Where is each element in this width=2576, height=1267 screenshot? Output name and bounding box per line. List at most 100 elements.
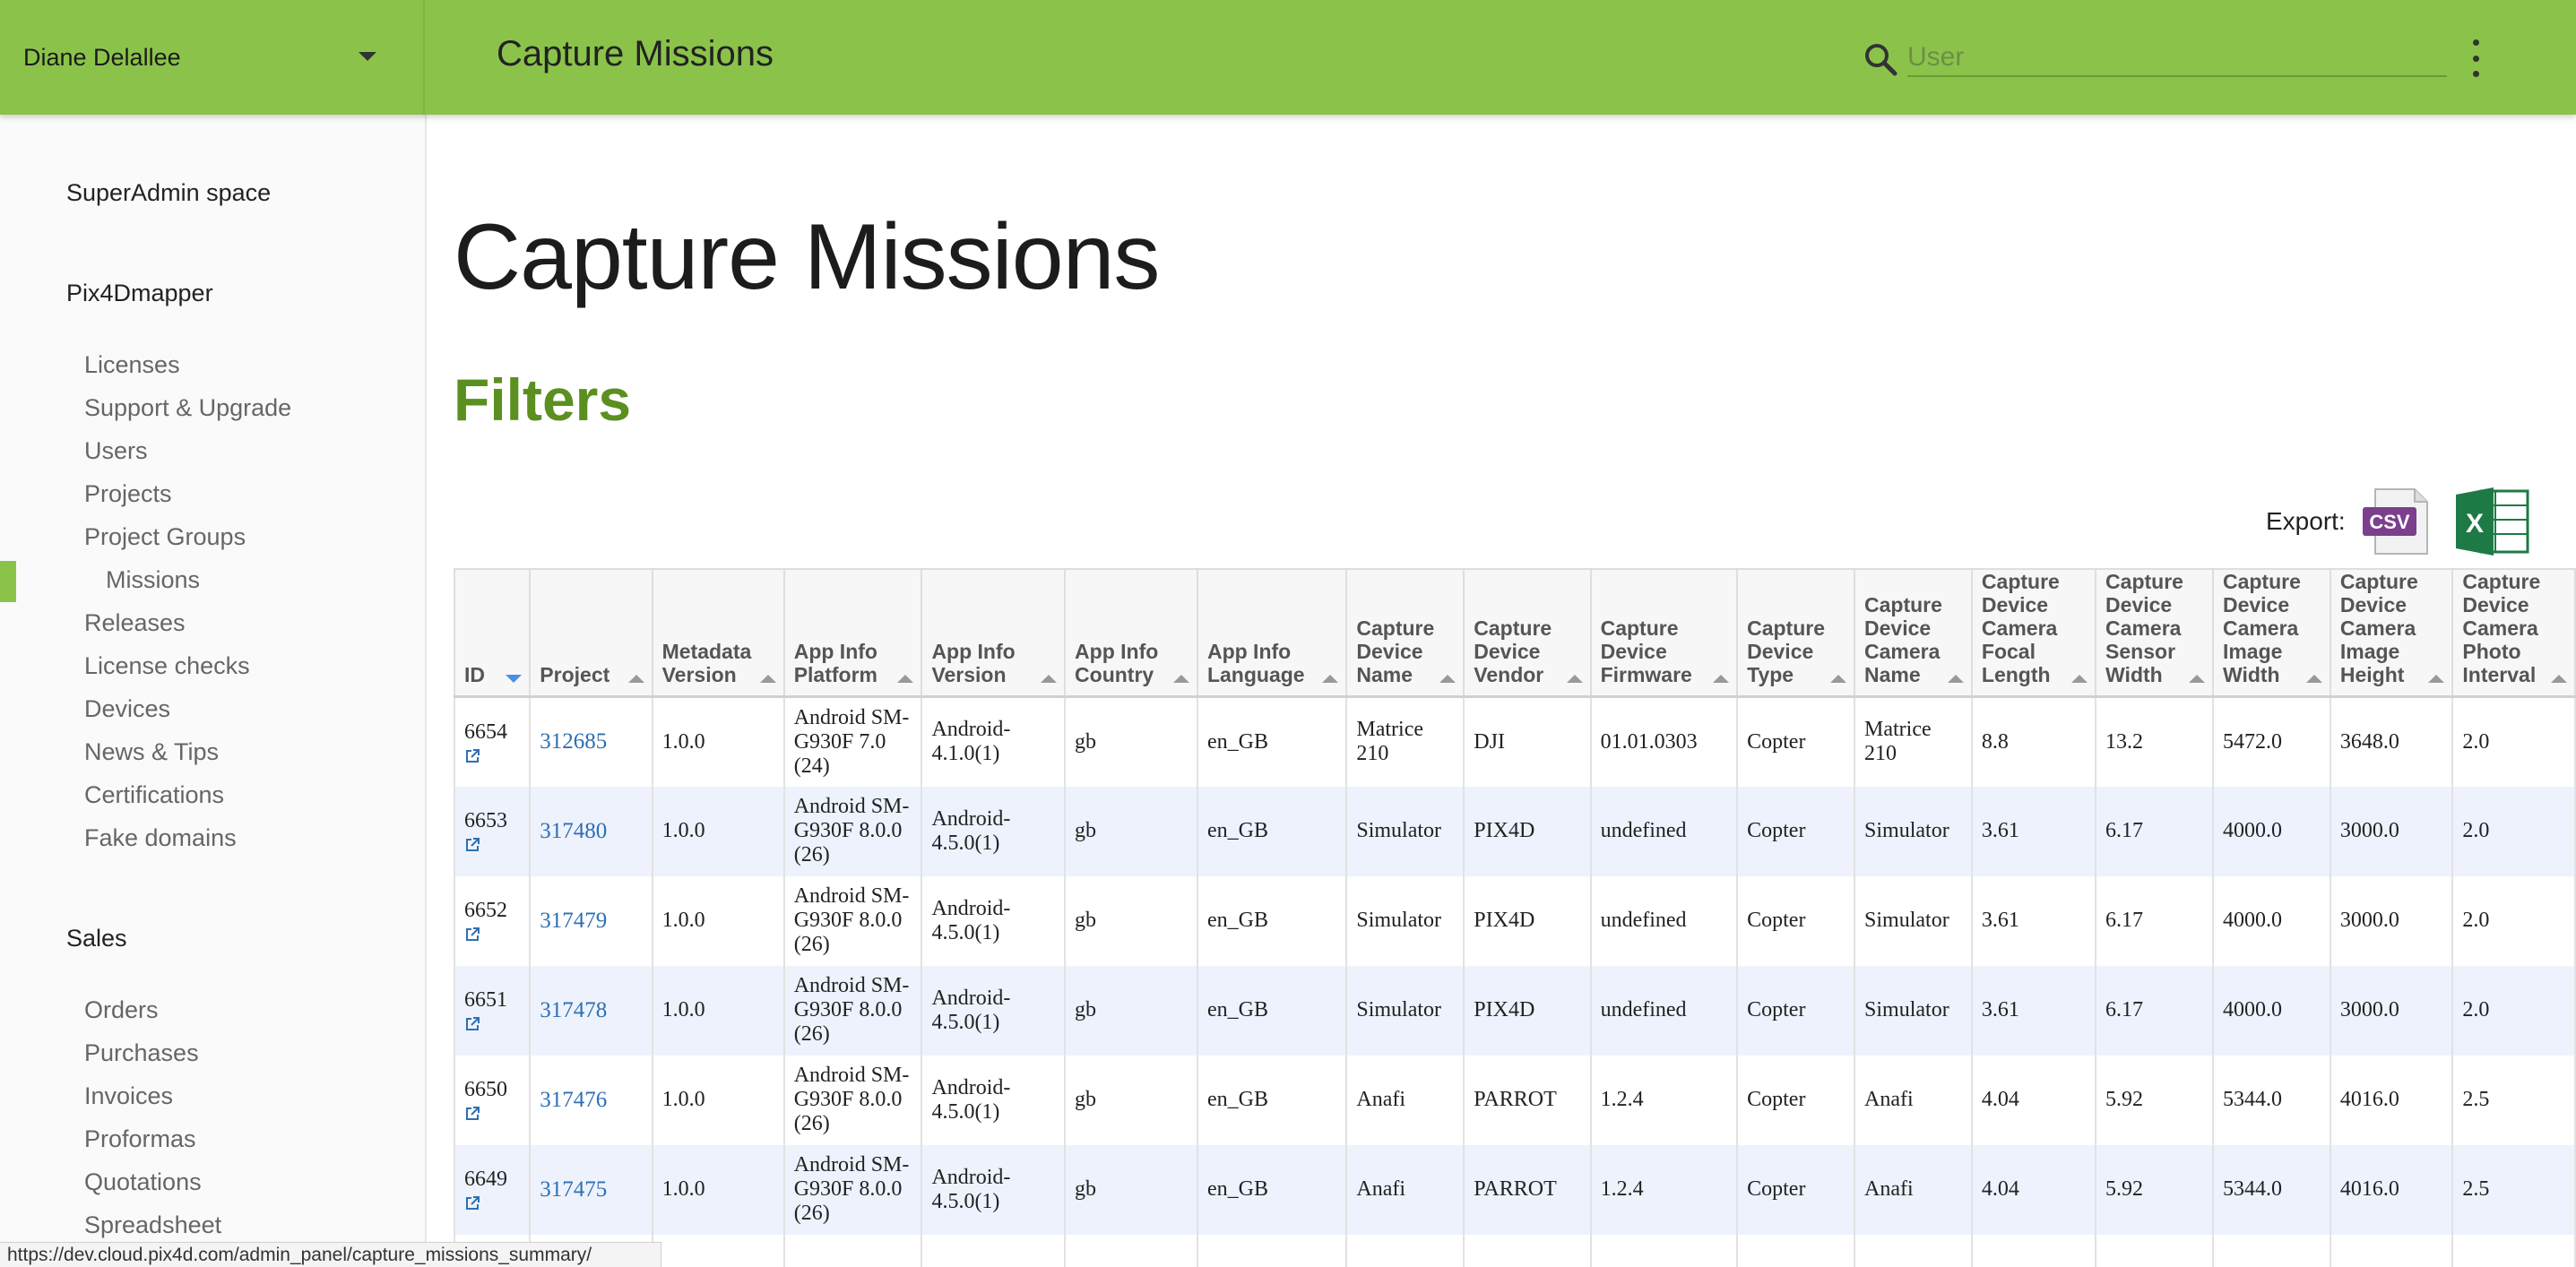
table-row[interactable]: 6650 317476 1.0.0 Android SM-G930F 8.0.0 (2… bbox=[453, 1055, 2576, 1145]
sidebar-section-superadmin[interactable]: SuperAdmin space bbox=[66, 179, 271, 207]
cell-platform: Android SM-G930F 7.0 (24) bbox=[782, 696, 923, 787]
excel-file-icon[interactable]: X bbox=[2454, 486, 2529, 557]
sort-icon[interactable] bbox=[1322, 675, 1339, 683]
table-row[interactable]: 6649 317475 1.0.0 Android SM-G930F 8.0.0 (2… bbox=[453, 1144, 2576, 1235]
search-icon[interactable] bbox=[1863, 41, 1898, 77]
sidebar-item-devices[interactable]: Devices bbox=[84, 695, 170, 723]
table-row[interactable]: 6654 312685 1.0.0 Android SM-G930F 7.0 (24)… bbox=[453, 696, 2576, 787]
project-link[interactable]: 317475 bbox=[540, 1177, 607, 1202]
app-bar-title: Capture Missions bbox=[497, 34, 774, 73]
cell-photo-interval: 2.0 bbox=[2451, 696, 2576, 787]
sort-icon[interactable] bbox=[1830, 675, 1847, 683]
column-header-project[interactable]: Project bbox=[529, 568, 653, 698]
column-header-device-vendor[interactable]: Capture Device Vendor bbox=[1463, 568, 1592, 698]
sort-icon[interactable] bbox=[627, 675, 644, 683]
sort-icon[interactable] bbox=[759, 675, 776, 683]
external-link-icon[interactable] bbox=[464, 1106, 480, 1122]
column-header-image-height[interactable]: Capture Device Camera Image Height bbox=[2329, 568, 2454, 698]
sort-icon[interactable] bbox=[1947, 675, 1964, 683]
project-link[interactable]: 317479 bbox=[540, 909, 607, 933]
project-link[interactable]: 312685 bbox=[540, 729, 607, 754]
sidebar-item-licenses[interactable]: Licenses bbox=[84, 351, 180, 379]
table-row[interactable]: 6651 317478 1.0.0 Android SM-G930F 8.0.0 (2… bbox=[453, 965, 2576, 1056]
column-header-app-info-platform[interactable]: App Info Platform bbox=[782, 568, 923, 698]
table-row[interactable]: 6652 317479 1.0.0 Android SM-G930F 8.0.0 (2… bbox=[453, 875, 2576, 966]
sidebar-item-orders[interactable]: Orders bbox=[84, 996, 159, 1024]
external-link-icon[interactable] bbox=[464, 748, 480, 764]
cell-language: en_GB bbox=[1196, 786, 1348, 876]
sort-icon[interactable] bbox=[1172, 675, 1189, 683]
project-link[interactable]: 317476 bbox=[540, 1088, 607, 1112]
cell-project: 317475 bbox=[529, 1144, 653, 1235]
column-header-image-width[interactable]: Capture Device Camera Image Width bbox=[2211, 568, 2331, 698]
external-link-icon[interactable] bbox=[464, 1016, 480, 1032]
sidebar-item-spreadsheet[interactable]: Spreadsheet bbox=[84, 1211, 221, 1239]
cell-id: 6654 bbox=[453, 696, 532, 787]
page-title: Capture Missions bbox=[454, 205, 1160, 309]
sidebar-item-releases[interactable]: Releases bbox=[84, 609, 186, 637]
column-header-app-info-language[interactable]: App Info Language bbox=[1196, 568, 1348, 698]
cell-app-version: Android-4.5.0(1) bbox=[921, 875, 1067, 966]
cell-metadata-version bbox=[651, 1234, 785, 1267]
chevron-down-icon[interactable] bbox=[359, 52, 376, 61]
column-header-app-info-country[interactable]: App Info Country bbox=[1064, 568, 1198, 698]
external-link-icon[interactable] bbox=[464, 1195, 480, 1211]
sort-icon[interactable] bbox=[1713, 675, 1730, 683]
sidebar-item-users[interactable]: Users bbox=[84, 437, 148, 465]
sidebar-item-license-checks[interactable]: License checks bbox=[84, 652, 250, 680]
sidebar-item-missions[interactable]: Missions bbox=[106, 566, 200, 594]
filters-heading[interactable]: Filters bbox=[454, 366, 631, 434]
sort-icon[interactable] bbox=[2071, 675, 2088, 683]
sidebar-section-pix4dmapper[interactable]: Pix4Dmapper bbox=[66, 280, 213, 307]
column-header-id[interactable]: ID bbox=[453, 568, 532, 698]
column-header-sensor-width[interactable]: Capture Device Camera Sensor Width bbox=[2095, 568, 2214, 698]
sidebar-section-sales[interactable]: Sales bbox=[66, 925, 127, 952]
project-link[interactable]: 317478 bbox=[540, 998, 607, 1022]
sidebar-item-support-upgrade[interactable]: Support & Upgrade bbox=[84, 394, 291, 422]
sidebar-item-proformas[interactable]: Proformas bbox=[84, 1125, 196, 1153]
user-name: Diane Delallee bbox=[23, 43, 181, 71]
sort-icon[interactable] bbox=[2551, 675, 2567, 683]
sidebar-item-purchases[interactable]: Purchases bbox=[84, 1039, 199, 1067]
sidebar-item-fake-domains[interactable]: Fake domains bbox=[84, 824, 237, 852]
cell-device-name: Simulator bbox=[1345, 786, 1465, 876]
cell-sensor-width: 5.92 bbox=[2095, 1144, 2214, 1235]
cell-project: 317476 bbox=[529, 1055, 653, 1145]
sidebar-item-quotations[interactable]: Quotations bbox=[84, 1168, 202, 1196]
cell-app-version: Android-4.5.0(1) bbox=[921, 1144, 1067, 1235]
project-link[interactable]: 317480 bbox=[540, 819, 607, 843]
sort-desc-icon[interactable] bbox=[506, 675, 523, 683]
cell-device-name: Simulator bbox=[1345, 875, 1465, 966]
sidebar-item-projects[interactable]: Projects bbox=[84, 480, 172, 508]
csv-file-icon[interactable]: CSV bbox=[2361, 487, 2434, 556]
column-header-focal-length[interactable]: Capture Device Camera Focal Length bbox=[1970, 568, 2097, 698]
column-header-metadata-version[interactable]: Metadata Version bbox=[651, 568, 785, 698]
sidebar-item-certifications[interactable]: Certifications bbox=[84, 781, 224, 809]
sort-icon[interactable] bbox=[1566, 675, 1583, 683]
user-search-input[interactable] bbox=[1907, 39, 2447, 77]
column-header-app-info-version[interactable]: App Info Version bbox=[921, 568, 1067, 698]
sort-icon[interactable] bbox=[1041, 675, 1058, 683]
column-header-device-firmware[interactable]: Capture Device Firmware bbox=[1589, 568, 1739, 698]
sort-icon[interactable] bbox=[2188, 675, 2205, 683]
sidebar-item-news-tips[interactable]: News & Tips bbox=[84, 738, 219, 766]
more-vert-icon[interactable] bbox=[2467, 39, 2485, 77]
external-link-icon[interactable] bbox=[464, 927, 480, 943]
table-row[interactable]: 6653 317480 1.0.0 Android SM-G930F 8.0.0 (2… bbox=[453, 786, 2576, 876]
cell-metadata-version: 1.0.0 bbox=[651, 1144, 785, 1235]
sort-icon[interactable] bbox=[2428, 675, 2445, 683]
sort-icon[interactable] bbox=[897, 675, 914, 683]
column-header-camera-name[interactable]: Capture Device Camera Name bbox=[1854, 568, 1973, 698]
cell-photo-interval bbox=[2451, 1234, 2576, 1267]
sidebar-item-invoices[interactable]: Invoices bbox=[84, 1082, 173, 1110]
sort-icon[interactable] bbox=[1439, 675, 1457, 683]
column-header-device-name[interactable]: Capture Device Name bbox=[1345, 568, 1465, 698]
sidebar-item-project-groups[interactable]: Project Groups bbox=[84, 523, 246, 551]
column-header-photo-interval[interactable]: Capture Device Camera Photo Interval bbox=[2451, 568, 2576, 698]
column-header-device-type[interactable]: Capture Device Type bbox=[1736, 568, 1856, 698]
user-menu[interactable]: Diane Delallee bbox=[0, 0, 425, 115]
cell-camera-name: Simulator bbox=[1854, 786, 1973, 876]
table-row[interactable]: Android SM-Android- bbox=[453, 1234, 2576, 1267]
external-link-icon[interactable] bbox=[464, 837, 480, 853]
sort-icon[interactable] bbox=[2305, 675, 2322, 683]
